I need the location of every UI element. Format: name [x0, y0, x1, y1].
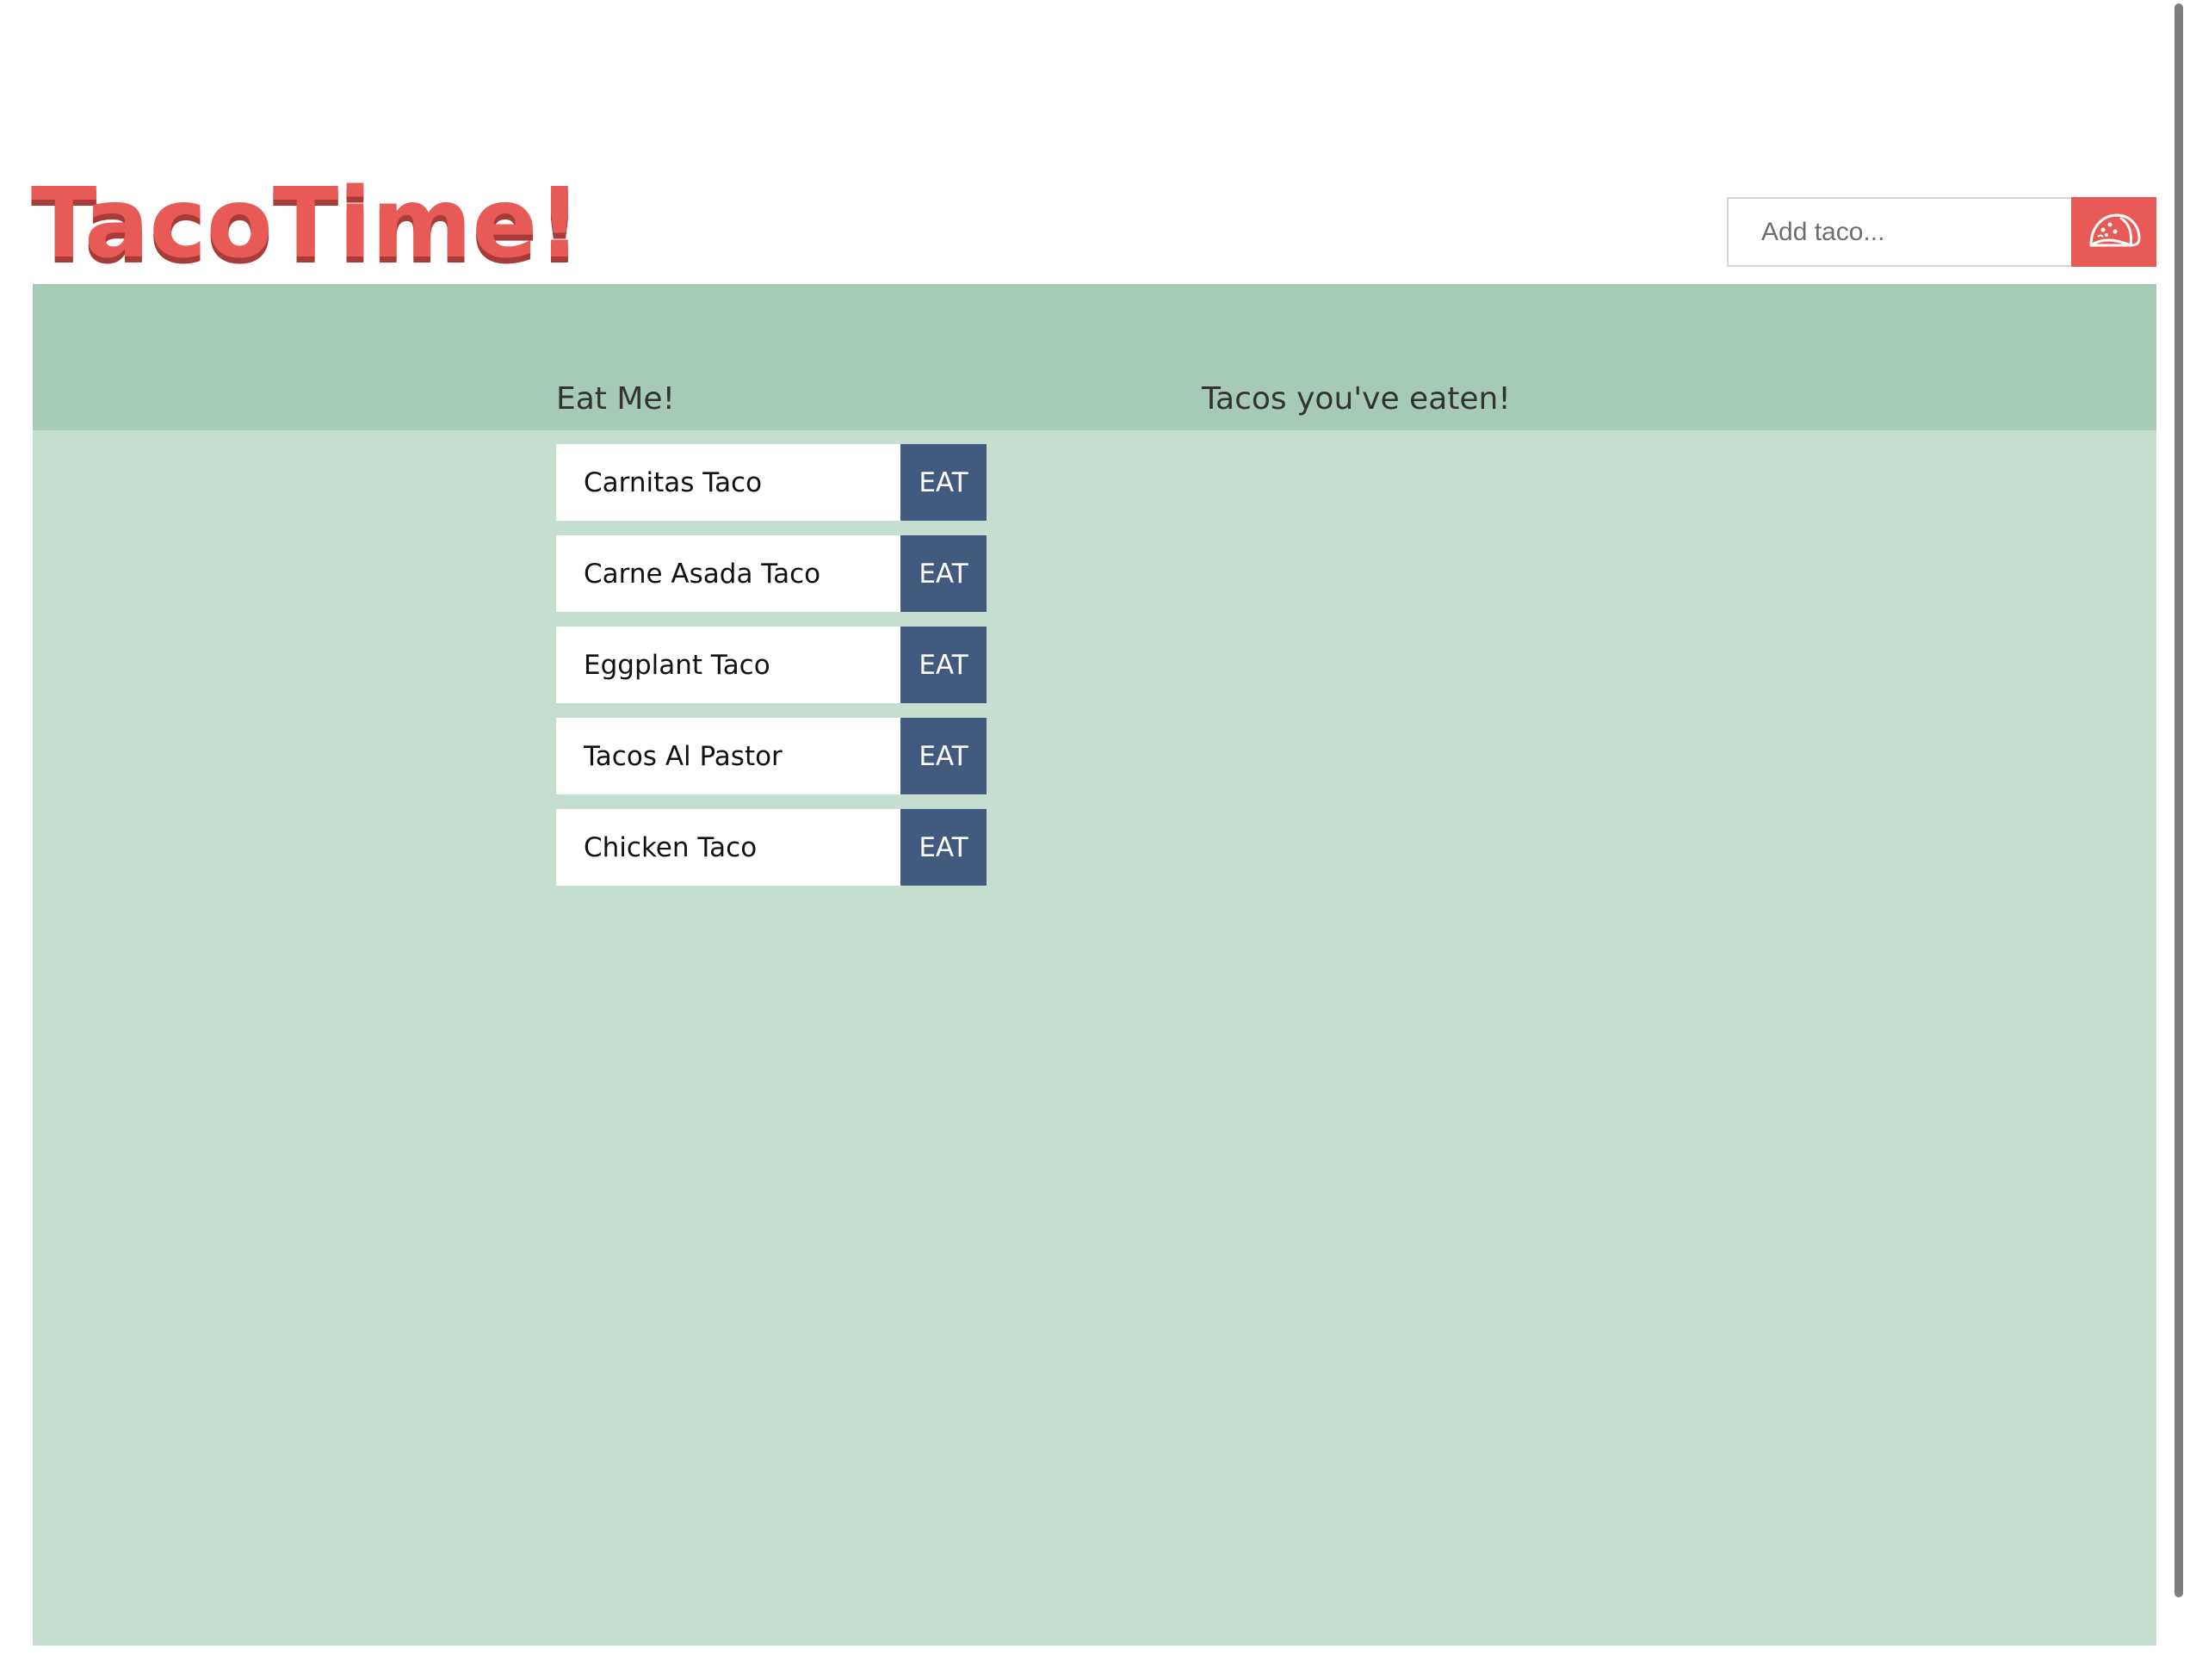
taco-name: Eggplant Taco	[556, 627, 900, 703]
eat-me-title: Eat Me!	[556, 381, 676, 417]
add-taco-input[interactable]	[1727, 197, 2071, 267]
app-logo[interactable]: TacoTime!	[31, 172, 581, 275]
eat-button[interactable]: EAT	[900, 627, 987, 703]
scrollbar-thumb[interactable]	[2175, 3, 2183, 1597]
page: TacoTime! Eat Me! Tacos you've eaten!	[0, 0, 2190, 1680]
taco-item: Carne Asada Taco EAT	[556, 535, 987, 612]
add-taco-button[interactable]	[2071, 197, 2156, 267]
column-header-band	[33, 284, 2156, 430]
main-content: Eat Me! Tacos you've eaten! Carnitas Tac…	[33, 284, 2156, 1646]
taco-item: Carnitas Taco EAT	[556, 444, 987, 521]
eat-button[interactable]: EAT	[900, 444, 987, 521]
add-taco-form	[1727, 197, 2156, 267]
taco-list: Carnitas Taco EAT Carne Asada Taco EAT E…	[556, 444, 987, 900]
taco-item: Tacos Al Pastor EAT	[556, 718, 987, 794]
taco-name: Carne Asada Taco	[556, 535, 900, 612]
eat-button[interactable]: EAT	[900, 718, 987, 794]
taco-icon	[2086, 211, 2143, 253]
taco-item: Chicken Taco EAT	[556, 809, 987, 886]
taco-name: Carnitas Taco	[556, 444, 900, 521]
taco-name: Tacos Al Pastor	[556, 718, 900, 794]
taco-item: Eggplant Taco EAT	[556, 627, 987, 703]
eat-button[interactable]: EAT	[900, 809, 987, 886]
taco-name: Chicken Taco	[556, 809, 900, 886]
eat-button[interactable]: EAT	[900, 535, 987, 612]
eaten-title: Tacos you've eaten!	[1202, 381, 1511, 417]
